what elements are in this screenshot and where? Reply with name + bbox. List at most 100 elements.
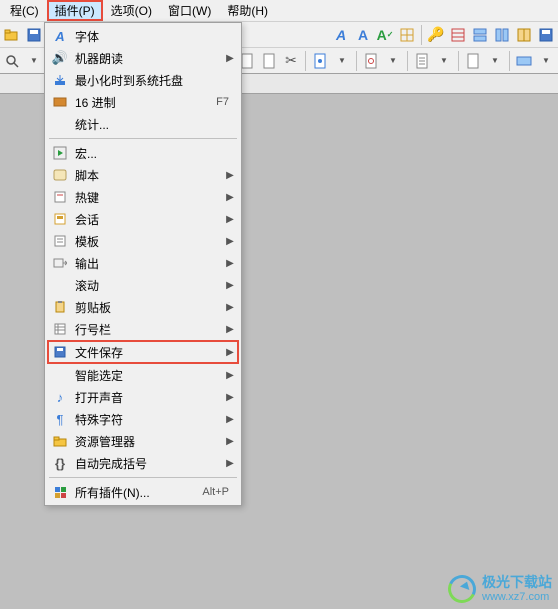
- check-a-icon[interactable]: A✓: [375, 25, 395, 45]
- menu-help[interactable]: 帮助(H): [219, 0, 276, 21]
- menu-smart-select[interactable]: 智能选定 ▶: [47, 364, 239, 386]
- menu-explorer[interactable]: 资源管理器 ▶: [47, 430, 239, 452]
- table-red-icon[interactable]: [448, 25, 468, 45]
- menu-label: 最小化时到系统托盘: [75, 72, 235, 89]
- output-icon: [51, 254, 69, 272]
- menu-shortcut: F7: [216, 96, 229, 108]
- tray-icon: [51, 71, 69, 89]
- menu-scroll[interactable]: 滚动 ▶: [47, 274, 239, 296]
- chevron-right-icon: ▶: [225, 258, 235, 269]
- chevron-right-icon: ▶: [225, 436, 235, 447]
- toolbar-separator: [356, 51, 357, 71]
- font-a-icon[interactable]: A: [331, 25, 351, 45]
- cut-icon[interactable]: ✂: [281, 51, 301, 71]
- menu-minimize-tray[interactable]: 最小化时到系统托盘: [47, 69, 239, 91]
- sound-icon: ♪: [51, 388, 69, 406]
- menu-file-save[interactable]: 文件保存 ▶: [47, 340, 239, 364]
- doc-icon[interactable]: [463, 51, 483, 71]
- folder-icon: [51, 432, 69, 450]
- pilcrow-icon: ¶: [51, 410, 69, 428]
- chevron-right-icon: ▶: [225, 347, 235, 358]
- menu-separator: [49, 138, 237, 139]
- watermark-url: www.xz7.com: [482, 591, 552, 603]
- menu-plugins[interactable]: 插件(P): [47, 0, 103, 21]
- menu-open-sound[interactable]: ♪ 打开声音 ▶: [47, 386, 239, 408]
- filter-icon[interactable]: [514, 51, 534, 71]
- menubar: 程(C) 插件(P) 选项(O) 窗口(W) 帮助(H): [0, 0, 558, 22]
- menu-special-chars[interactable]: ¶ 特殊字符 ▶: [47, 408, 239, 430]
- blank-icon: [51, 276, 69, 294]
- menu-font[interactable]: A 字体: [47, 25, 239, 47]
- menu-label: 16 进制: [75, 94, 216, 111]
- chevron-right-icon: ▶: [225, 414, 235, 425]
- menu-label: 所有插件(N)...: [75, 484, 202, 501]
- menu-label: 剪贴板: [75, 299, 225, 316]
- clipboard-icon: [51, 298, 69, 316]
- save-icon[interactable]: [24, 25, 44, 45]
- chevron-right-icon: ▶: [225, 53, 235, 64]
- chevron-right-icon: ▶: [225, 170, 235, 181]
- menu-label: 脚本: [75, 167, 225, 184]
- dropdown-icon[interactable]: ▼: [485, 51, 505, 71]
- chevron-right-icon: ▶: [225, 214, 235, 225]
- play-icon: [51, 144, 69, 162]
- blank-icon: [51, 366, 69, 384]
- table-icon[interactable]: [397, 25, 417, 45]
- dropdown-icon[interactable]: ▼: [536, 51, 556, 71]
- font-a2-icon[interactable]: A: [353, 25, 373, 45]
- dropdown-icon[interactable]: ▼: [383, 51, 403, 71]
- menu-label: 滚动: [75, 277, 225, 294]
- bracket-icon: {}: [51, 454, 69, 472]
- toolbar-separator: [509, 51, 510, 71]
- menu-template[interactable]: 模板 ▶: [47, 230, 239, 252]
- menu-label: 机器朗读: [75, 50, 225, 67]
- toolbar-separator: [421, 25, 422, 45]
- gear-icon[interactable]: [361, 51, 381, 71]
- hotkey-icon: [51, 188, 69, 206]
- chevron-right-icon: ▶: [225, 236, 235, 247]
- save-blue-icon[interactable]: [536, 25, 556, 45]
- doc-icon[interactable]: [310, 51, 330, 71]
- menu-label: 热键: [75, 189, 225, 206]
- search-icon[interactable]: [2, 51, 22, 71]
- menu-macro[interactable]: 宏...: [47, 142, 239, 164]
- menu-window[interactable]: 窗口(W): [160, 0, 219, 21]
- split-h-icon[interactable]: [470, 25, 490, 45]
- chevron-right-icon: ▶: [225, 192, 235, 203]
- layout-icon[interactable]: [514, 25, 534, 45]
- menu-all-plugins[interactable]: 所有插件(N)... Alt+P: [47, 481, 239, 503]
- menu-process[interactable]: 程(C): [2, 0, 47, 21]
- dropdown-icon[interactable]: ▼: [434, 51, 454, 71]
- menu-label: 模板: [75, 233, 225, 250]
- key-icon[interactable]: 🔑: [426, 25, 446, 45]
- menu-hotkey[interactable]: 热键 ▶: [47, 186, 239, 208]
- plugins-dropdown: A 字体 🔊 机器朗读 ▶ 最小化时到系统托盘 16 进制 F7 统计... 宏…: [44, 22, 242, 506]
- menu-script[interactable]: 脚本 ▶: [47, 164, 239, 186]
- watermark-logo-icon: [444, 571, 480, 607]
- list-icon[interactable]: [412, 51, 432, 71]
- menu-output[interactable]: 输出 ▶: [47, 252, 239, 274]
- menu-tts[interactable]: 🔊 机器朗读 ▶: [47, 47, 239, 69]
- menu-session[interactable]: 会话 ▶: [47, 208, 239, 230]
- menu-label: 统计...: [75, 116, 235, 133]
- dropdown-icon[interactable]: ▼: [332, 51, 352, 71]
- page-icon[interactable]: [259, 51, 279, 71]
- script-icon: [51, 166, 69, 184]
- split-v-icon[interactable]: [492, 25, 512, 45]
- menu-label: 智能选定: [75, 367, 225, 384]
- menu-options[interactable]: 选项(O): [103, 0, 160, 21]
- session-icon: [51, 210, 69, 228]
- menu-label: 宏...: [75, 145, 235, 162]
- menu-clipboard[interactable]: 剪贴板 ▶: [47, 296, 239, 318]
- speaker-icon: 🔊: [51, 49, 69, 67]
- folder-open-icon[interactable]: [2, 25, 22, 45]
- hex-icon: [51, 93, 69, 111]
- menu-statistics[interactable]: 统计...: [47, 113, 239, 135]
- dropdown-icon[interactable]: ▼: [24, 51, 44, 71]
- plugins-icon: [51, 483, 69, 501]
- menu-linenum[interactable]: 行号栏 ▶: [47, 318, 239, 340]
- save-icon: [51, 343, 69, 361]
- menu-shortcut: Alt+P: [202, 486, 229, 498]
- menu-hex[interactable]: 16 进制 F7: [47, 91, 239, 113]
- menu-auto-bracket[interactable]: {} 自动完成括号 ▶: [47, 452, 239, 474]
